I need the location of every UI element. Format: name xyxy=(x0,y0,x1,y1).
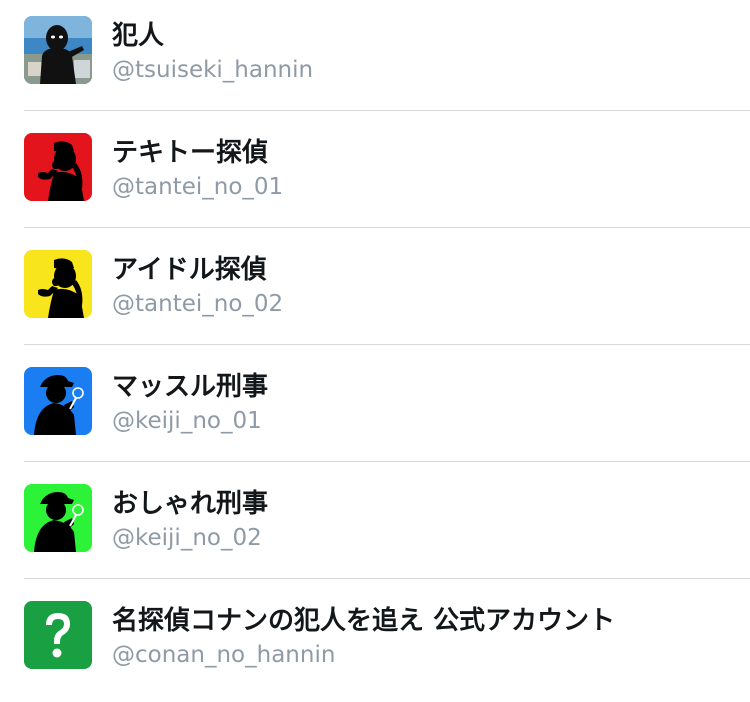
pipe-detective-silhouette-icon xyxy=(24,250,92,318)
handle: @keiji_no_02 xyxy=(112,525,262,551)
culprit-photo-icon xyxy=(24,16,92,84)
divider xyxy=(24,578,750,579)
display-name: マッスル刑事 xyxy=(112,372,269,402)
display-name: 犯人 xyxy=(112,21,165,51)
account-row-conan-no-hannin[interactable]: 名探偵コナンの犯人を追え 公式アカウント @conan_no_hannin xyxy=(0,585,750,702)
pipe-detective-silhouette-icon xyxy=(24,133,92,201)
question-mark-icon xyxy=(24,601,92,669)
account-row-tantei-no-01[interactable]: テキトー探偵 @tantei_no_01 xyxy=(0,117,750,234)
divider xyxy=(24,110,750,111)
display-name: テキトー探偵 xyxy=(112,138,269,168)
handle: @keiji_no_01 xyxy=(112,408,262,434)
divider xyxy=(24,227,750,228)
avatar[interactable] xyxy=(24,484,92,552)
account-row-tantei-no-02[interactable]: アイドル探偵 @tantei_no_02 xyxy=(0,234,750,351)
account-row-keiji-no-02[interactable]: おしゃれ刑事 @keiji_no_02 xyxy=(0,468,750,585)
avatar[interactable] xyxy=(24,16,92,84)
avatar[interactable] xyxy=(24,367,92,435)
avatar[interactable] xyxy=(24,601,92,669)
display-name: おしゃれ刑事 xyxy=(112,489,269,519)
divider xyxy=(24,461,750,462)
avatar[interactable] xyxy=(24,133,92,201)
fedora-detective-silhouette-icon xyxy=(24,367,92,435)
display-name: 名探偵コナンの犯人を追え 公式アカウント xyxy=(112,606,616,636)
handle: @conan_no_hannin xyxy=(112,642,336,668)
display-name: アイドル探偵 xyxy=(112,255,267,285)
handle: @tantei_no_02 xyxy=(112,291,284,317)
fedora-detective-silhouette-icon xyxy=(24,484,92,552)
account-row-tsuiseki-hannin[interactable]: 犯人 @tsuiseki_hannin xyxy=(0,0,750,117)
divider xyxy=(24,344,750,345)
account-row-keiji-no-01[interactable]: マッスル刑事 @keiji_no_01 xyxy=(0,351,750,468)
avatar[interactable] xyxy=(24,250,92,318)
handle: @tantei_no_01 xyxy=(112,174,284,200)
handle: @tsuiseki_hannin xyxy=(112,57,314,83)
account-list: 犯人 @tsuiseki_hannin テキトー探偵 @tantei_no_01 xyxy=(0,0,750,691)
